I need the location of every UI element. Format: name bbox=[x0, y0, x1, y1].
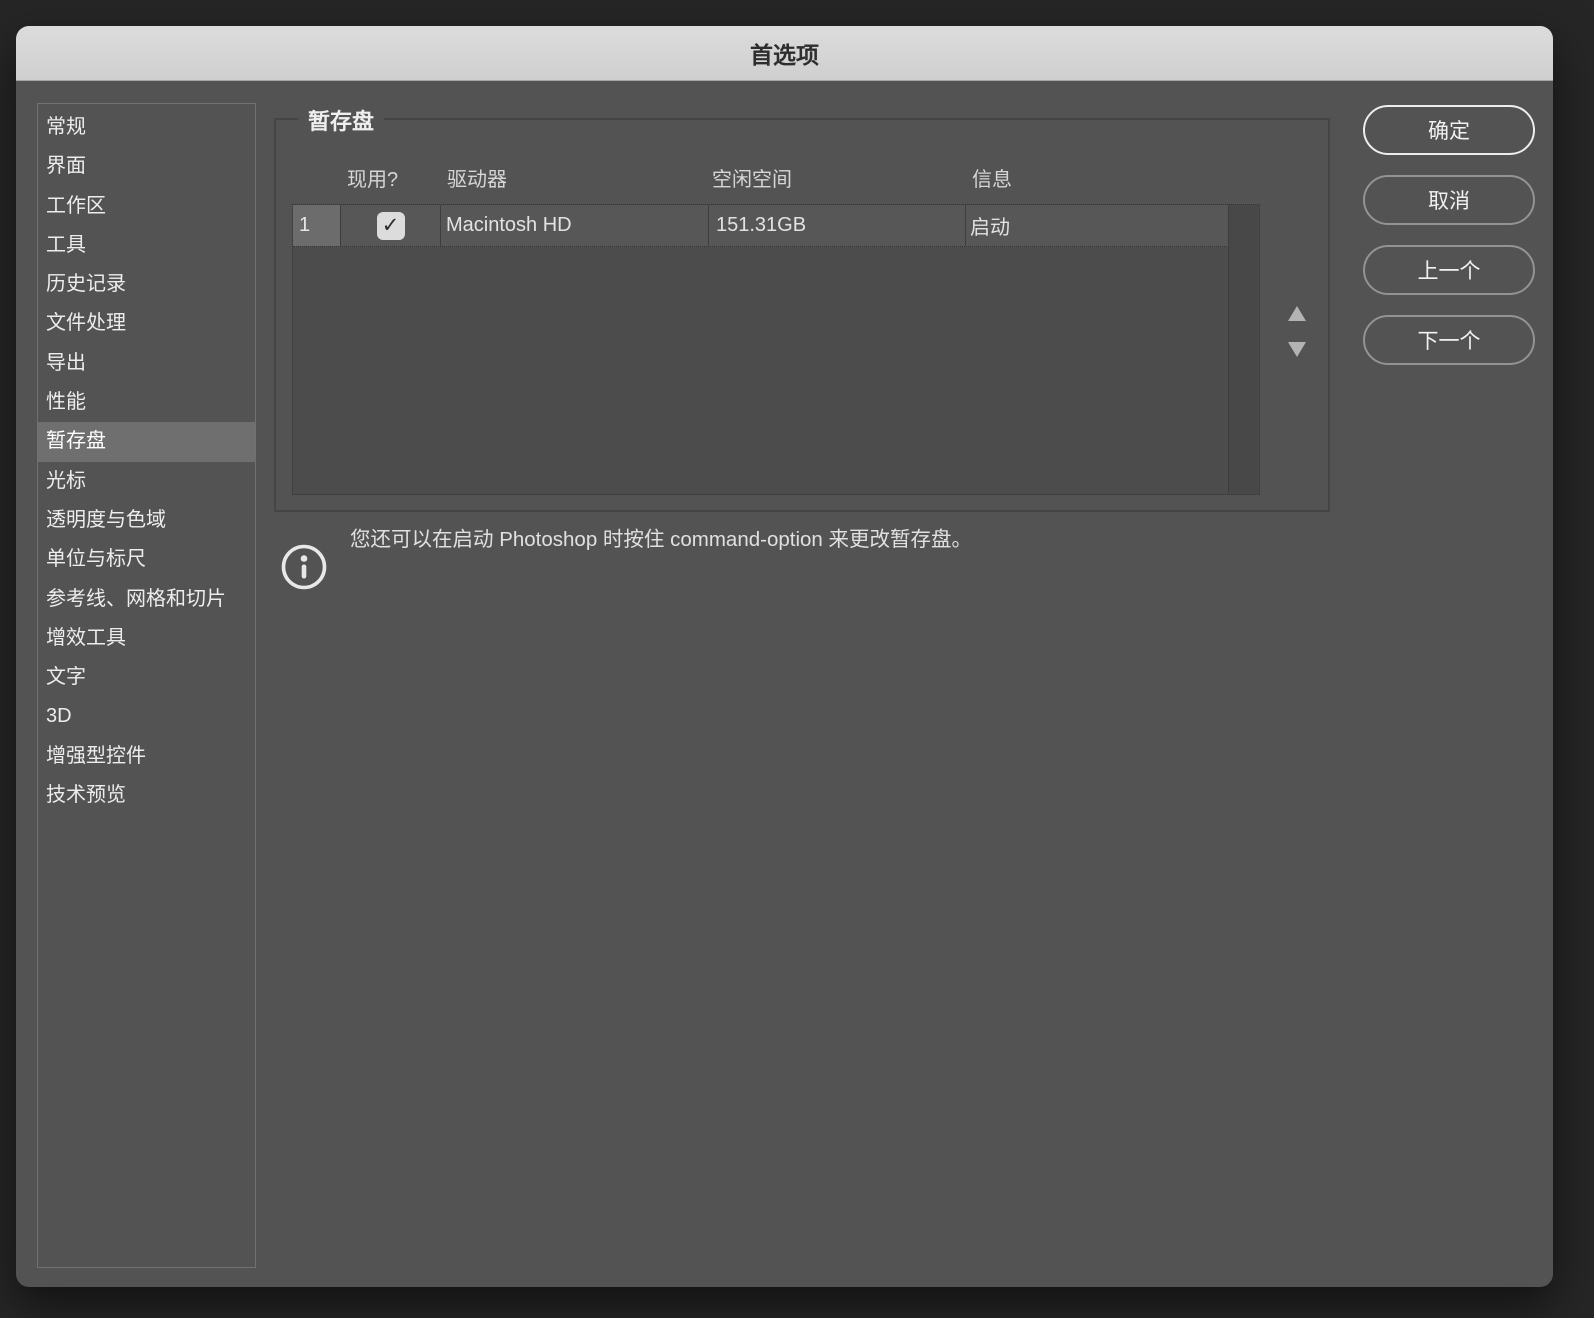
checkmark-icon: ✓ bbox=[381, 214, 400, 237]
sidebar-item-performance[interactable]: 性能 bbox=[38, 383, 255, 422]
info-cell: 启动 bbox=[970, 217, 1010, 239]
preferences-sidebar: 常规 界面 工作区 工具 历史记录 文件处理 导出 性能 暂存盘 光标 透明度与… bbox=[37, 103, 256, 1268]
active-cell: ✓ bbox=[341, 205, 441, 246]
scratch-disks-table: 1 ✓ Macintosh HD 151.31GB 启动 bbox=[292, 204, 1260, 495]
dialog-title: 首选项 bbox=[750, 42, 819, 68]
drive-cell: Macintosh HD bbox=[441, 205, 709, 246]
cancel-button[interactable]: 取消 bbox=[1363, 175, 1535, 225]
sidebar-item-workspace[interactable]: 工作区 bbox=[38, 187, 255, 226]
sidebar-item-technology-previews[interactable]: 技术预览 bbox=[38, 776, 255, 815]
sidebar-item-general[interactable]: 常规 bbox=[38, 108, 255, 147]
sidebar-item-transparency-gamut[interactable]: 透明度与色域 bbox=[38, 501, 255, 540]
sidebar-item-file-handling[interactable]: 文件处理 bbox=[38, 304, 255, 343]
sidebar-item-guides-grid-slices[interactable]: 参考线、网格和切片 bbox=[38, 580, 255, 619]
column-header-free-space: 空闲空间 bbox=[712, 169, 792, 191]
free-space-cell: 151.31GB bbox=[709, 205, 966, 246]
sidebar-item-type[interactable]: 文字 bbox=[38, 658, 255, 697]
active-checkbox[interactable]: ✓ bbox=[376, 211, 405, 240]
sidebar-item-tools[interactable]: 工具 bbox=[38, 226, 255, 265]
next-button[interactable]: 下一个 bbox=[1363, 315, 1535, 365]
sidebar-item-enhanced-controls[interactable]: 增强型控件 bbox=[38, 737, 255, 776]
move-down-arrow-icon[interactable] bbox=[1288, 342, 1306, 357]
table-row[interactable]: 1 ✓ Macintosh HD 151.31GB 启动 bbox=[293, 205, 1229, 247]
dialog-titlebar[interactable]: 首选项 bbox=[16, 26, 1553, 81]
column-header-info: 信息 bbox=[972, 169, 1012, 191]
sidebar-item-interface[interactable]: 界面 bbox=[38, 147, 255, 186]
previous-button[interactable]: 上一个 bbox=[1363, 245, 1535, 295]
info-icon bbox=[281, 544, 327, 590]
sidebar-item-export[interactable]: 导出 bbox=[38, 344, 255, 383]
scratch-disks-groupbox: 暂存盘 现用? 驱动器 空闲空间 信息 1 ✓ Macintosh HD 151… bbox=[274, 104, 1330, 512]
column-header-active: 现用? bbox=[347, 169, 399, 191]
scratch-disk-hint: 您还可以在启动 Photoshop 时按住 command-option 来更改… bbox=[350, 528, 972, 551]
sidebar-item-scratch-disks[interactable]: 暂存盘 bbox=[38, 422, 255, 462]
sidebar-item-cursors[interactable]: 光标 bbox=[38, 462, 255, 501]
row-index-cell: 1 bbox=[293, 205, 341, 246]
ok-button[interactable]: 确定 bbox=[1363, 105, 1535, 155]
sidebar-item-history-log[interactable]: 历史记录 bbox=[38, 265, 255, 304]
table-scrollbar[interactable] bbox=[1228, 205, 1259, 494]
sidebar-item-units-rulers[interactable]: 单位与标尺 bbox=[38, 540, 255, 579]
sidebar-item-3d[interactable]: 3D bbox=[38, 697, 255, 736]
sidebar-item-plugins[interactable]: 增效工具 bbox=[38, 619, 255, 658]
column-header-drive: 驱动器 bbox=[447, 169, 507, 191]
groupbox-title: 暂存盘 bbox=[298, 104, 385, 136]
preferences-dialog: 首选项 常规 界面 工作区 工具 历史记录 文件处理 导出 性能 暂存盘 光标 … bbox=[16, 26, 1553, 1287]
move-up-arrow-icon[interactable] bbox=[1288, 306, 1306, 321]
